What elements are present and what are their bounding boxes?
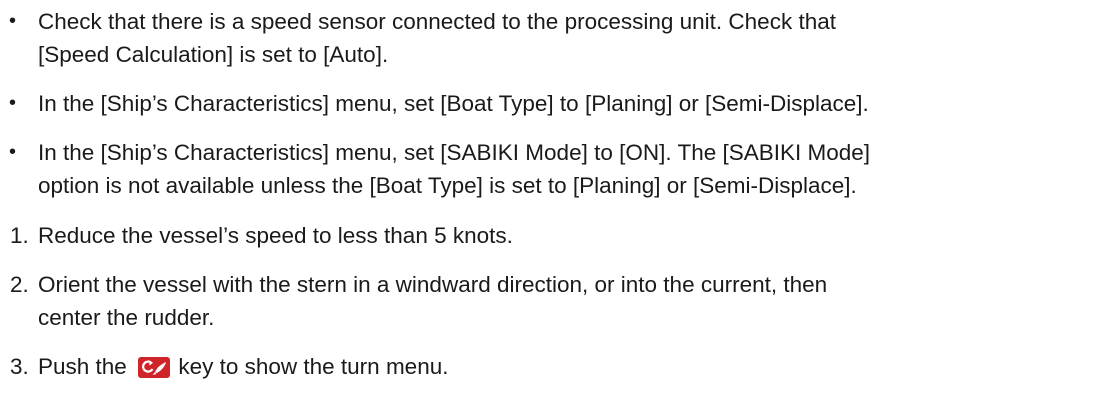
step-item: 3. Push the key to show the turn menu.	[0, 350, 1118, 383]
step-text-after: key to show the turn menu.	[172, 354, 449, 379]
step-number: 2.	[10, 272, 29, 297]
step-item: 1. Reduce the vessel’s speed to less tha…	[0, 219, 1118, 252]
bullet-item: • In the [Ship’s Characteristics] menu, …	[0, 87, 1118, 120]
step-number: 1.	[10, 223, 29, 248]
bullet-text: Check that there is a speed sensor conne…	[38, 9, 836, 67]
bullet-item: • Check that there is a speed sensor con…	[0, 5, 1118, 71]
step-number: 3.	[10, 354, 29, 379]
bullet-marker: •	[9, 141, 17, 163]
step-text: Orient the vessel with the stern in a wi…	[38, 272, 828, 330]
step-text: Push the key to show the turn menu.	[38, 350, 1118, 383]
step-text-before: Push the	[38, 354, 134, 379]
bullet-marker: •	[9, 10, 17, 32]
bullet-text: In the [Ship’s Characteristics] menu, se…	[38, 91, 869, 116]
bullet-marker: •	[9, 92, 17, 114]
bullet-item: • In the [Ship’s Characteristics] menu, …	[0, 136, 1118, 202]
bullet-text: In the [Ship’s Characteristics] menu, se…	[38, 140, 871, 198]
step-text: Reduce the vessel’s speed to less than 5…	[38, 223, 513, 248]
turn-key-icon	[138, 354, 171, 378]
step-item: 2. Orient the vessel with the stern in a…	[0, 268, 1118, 334]
